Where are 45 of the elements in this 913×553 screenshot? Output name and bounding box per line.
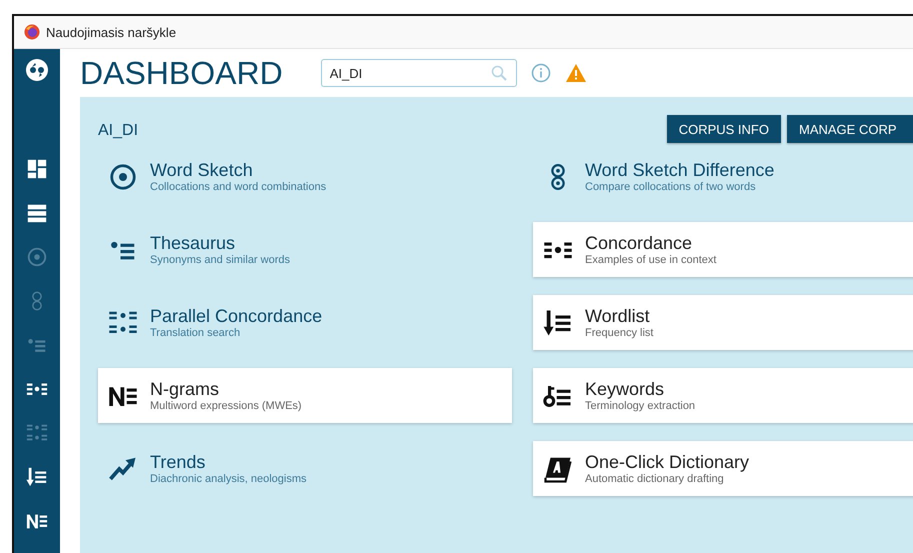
page-title: DASHBOARD [80, 54, 283, 92]
tool-title: Word Sketch [150, 160, 254, 181]
tool-description: Multiword expressions (MWEs) [150, 400, 302, 412]
tool-title: Concordance [585, 233, 694, 254]
tool-title: One-Click Dictionary [585, 452, 750, 473]
dashboard-icon[interactable] [26, 158, 48, 180]
tool-description: Diachronic analysis, neologisms [150, 473, 307, 485]
browser-logo-icon [24, 24, 40, 40]
tool-description: Examples of use in context [585, 254, 716, 266]
tab-title[interactable]: Naudojimasis naršykle [46, 24, 176, 40]
tool-description: Terminology extraction [585, 400, 696, 412]
tool-card[interactable]: Concordance Examples of use in context [533, 222, 913, 277]
sort-down-icon [543, 308, 573, 338]
tool-title: Keywords [585, 379, 666, 400]
tool-title: N-grams [150, 379, 220, 400]
tool-description: Automatic dictionary drafting [585, 473, 725, 485]
tool-card[interactable]: Word Sketch Difference Compare collocations of two words [533, 149, 913, 204]
corpus-button[interactable]: CORPUS INFO [666, 115, 781, 143]
tool-description: Frequency list [585, 327, 654, 339]
list-icon[interactable] [26, 202, 48, 224]
tool-description: Translation search [150, 327, 242, 339]
corpus-name: AI_DI [98, 122, 138, 140]
search-field[interactable]: AI_DI [320, 59, 517, 87]
corpus-button[interactable]: MANAGE CORP [787, 115, 913, 143]
tool-card[interactable]: Thesaurus Synonyms and similar words [98, 222, 512, 277]
info-icon[interactable] [530, 63, 551, 83]
warning-icon[interactable] [564, 63, 587, 83]
tool-title: Wordlist [585, 306, 651, 327]
tool-card[interactable]: Trends Diachronic analysis, neologisms [98, 441, 512, 496]
tool-title: Thesaurus [150, 233, 236, 254]
tool-card[interactable]: Word Sketch Collocations and word combinations [98, 149, 512, 204]
tool-description: Compare collocations of two words [585, 181, 757, 193]
tool-card[interactable]: Keywords Terminology extraction [533, 368, 913, 423]
tool-card[interactable]: N-grams Multiword expressions (MWEs) [98, 368, 512, 423]
tool-card[interactable]: Wordlist Frequency list [533, 295, 913, 350]
sort-down-icon[interactable] [26, 466, 48, 488]
search-icon[interactable] [490, 65, 507, 81]
tool-title: Parallel Concordance [150, 306, 322, 327]
tool-description: Collocations and word combinations [150, 181, 326, 193]
tool-title: Word Sketch Difference [585, 160, 774, 181]
tool-card[interactable]: Parallel Concordance Translation search [98, 295, 512, 350]
tool-title: Trends [150, 452, 206, 473]
tool-card[interactable]: One-Click Dictionary Automatic dictionary drafting [533, 441, 913, 496]
target-icon [108, 162, 138, 192]
tool-description: Synonyms and similar words [150, 254, 290, 266]
